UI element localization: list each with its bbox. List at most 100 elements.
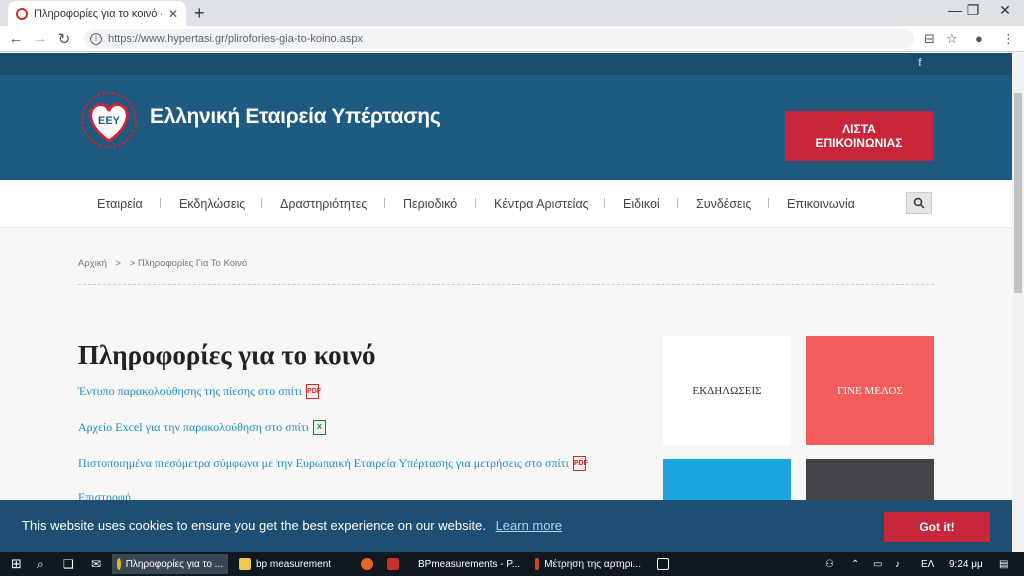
pdf-icon: PDF [306,384,321,399]
dark-tile[interactable] [806,459,934,500]
browser-tab-strip: Πληροφορίες για το κοινό - Πλη ✕ + — ❐ ✕ [0,0,1024,26]
profile-icon[interactable]: ● [975,31,983,46]
network-icon[interactable]: ▭ [868,554,887,574]
page-title: Πληροφορίες για το κοινό [78,340,376,370]
nav-separator [384,198,385,208]
nav-separator [768,198,769,208]
cookie-accept-button[interactable]: Got it! [884,512,990,542]
notifications-icon[interactable]: ▤ [994,554,1013,574]
main-content: Αρχική > > Πληροφορίες Για Το Κοινό Πληρ… [0,228,1012,500]
mail-icon[interactable]: ✉ [86,554,106,574]
search-button[interactable] [906,192,932,214]
events-tile-label: ΕΚΔΗΛΩΣΕΙΣ [692,384,762,397]
link-text: Έντυπο παρακολούθησης της πίεσης στο σπί… [78,384,303,398]
windows-taskbar: ⊞ ⌕ ❏ ✉ Πληροφορίες για το ... bp measur… [0,552,1024,576]
forward-icon[interactable]: → [27,30,53,47]
reload-icon[interactable]: ↻ [51,30,77,48]
breadcrumb-home[interactable]: Αρχική [78,258,107,269]
nav-item-links[interactable]: Συνδέσεις [696,197,751,211]
taskbar-item-label: Μέτρηση της αρτηρι... [544,558,641,570]
menu-icon[interactable]: ⋮ [1002,31,1015,47]
nav-item-specialists[interactable]: Ειδικοί [623,197,660,211]
breadcrumb-current: > Πληροφορίες Για Το Κοινό [129,258,248,269]
windows-start-icon[interactable]: ⊞ [6,554,27,574]
extension-icon[interactable]: ⊟ [924,31,935,47]
taskbar-powerpoint-window-2[interactable]: Μέτρηση της αρτηρι... [530,554,646,574]
search-icon [913,197,925,209]
bookmark-star-icon[interactable]: ☆ [946,31,958,47]
become-member-tile[interactable]: ΓΙΝΕ ΜΕΛΟΣ [806,336,934,445]
store-logo-icon [657,558,669,570]
events-tile[interactable]: ΕΚΔΗΛΩΣΕΙΣ [663,336,791,445]
taskbar-chrome-window[interactable]: Πληροφορίες για το ... [112,554,228,574]
main-nav: Εταιρεία Εκδηλώσεις Δραστηριότητες Περιο… [0,180,1012,228]
taskbar-item-label: bp measurement [256,558,332,570]
tab-close-icon[interactable]: ✕ [168,7,178,21]
back-icon[interactable]: ← [3,30,29,47]
acrobat-logo-icon [387,558,399,570]
nav-separator [160,198,161,208]
link-certified-monitors[interactable]: Πιστοποιημένα πιεσόμετρα σύμφωνα με την … [78,456,588,471]
taskbar-item-label: Πληροφορίες για το ... [125,558,223,570]
new-tab-button[interactable]: + [194,3,205,24]
clock[interactable]: 9:24 μμ [944,554,988,574]
blue-tile[interactable] [663,459,791,500]
close-window-button[interactable]: ✕ [982,2,1024,19]
nav-item-excellence-centers[interactable]: Κέντρα Αριστείας [494,197,589,211]
brand-name[interactable]: Ελληνική Εταιρεία Υπέρτασης [150,105,441,129]
firefox-icon[interactable] [356,554,383,574]
search-taskbar-icon[interactable]: ⌕ [32,554,49,574]
tray-chevron-up-icon[interactable]: ⌃ [846,554,864,574]
nav-separator [677,198,678,208]
cookie-banner: This website uses cookies to ensure you … [0,500,1012,552]
nav-item-activities[interactable]: Δραστηριότητες [280,197,367,211]
link-back[interactable]: Επιστροφή [78,490,131,500]
nav-separator [261,198,262,208]
nav-item-events[interactable]: Εκδηλώσεις [179,197,245,211]
info-icon[interactable]: i [90,33,102,45]
cta-line-1: ΛΙΣΤΑ [842,122,876,136]
language-indicator[interactable]: ΕΛ [916,554,939,574]
taskbar-folder-window[interactable]: bp measurement [234,554,350,574]
breadcrumb: Αρχική > > Πληροφορίες Για Το Κοινό [78,258,247,269]
people-icon[interactable]: ⚇ [820,554,839,574]
url-text: https://www.hypertasi.gr/plirofories-gia… [108,33,363,45]
cookie-message: This website uses cookies to ensure you … [22,518,486,533]
site-favicon-icon [16,7,28,20]
scrollbar-thumb[interactable] [1014,93,1022,293]
taskbar-powerpoint-window[interactable]: BPmeasurements - P... [408,554,524,574]
breadcrumb-separator: > [115,258,122,269]
link-text: Πιστοποιημένα πιεσόμετρα σύμφωνα με την … [78,456,569,470]
page-scrollbar[interactable] [1012,53,1024,552]
volume-icon[interactable]: ♪ [890,554,905,574]
link-excel-file[interactable]: Αρχείο Excel για την παρακολούθηση στο σ… [78,420,326,435]
nav-item-company[interactable]: Εταιρεία [97,197,143,211]
folder-icon [239,558,251,570]
chrome-icon [117,558,121,570]
tab-title: Πληροφορίες για το κοινό - Πλη [34,7,162,20]
learn-more-link[interactable]: Learn more [496,518,562,533]
browser-tab[interactable]: Πληροφορίες για το κοινό - Πλη ✕ [8,1,186,26]
powerpoint-icon [535,558,540,570]
taskbar-item-label: BPmeasurements - P... [418,558,521,570]
nav-item-contact[interactable]: Επικοινωνία [787,197,855,211]
link-home-pressure-form[interactable]: Έντυπο παρακολούθησης της πίεσης στο σπί… [78,384,321,399]
nav-separator [604,198,605,208]
cta-line-2: ΕΠΙΚΟΙΝΩΝΙΑΣ [815,136,903,150]
excel-icon: X [312,420,326,435]
contact-list-button[interactable]: ΛΙΣΤΑ ΕΠΙΚΟΙΝΩΝΙΑΣ [785,111,933,161]
pdf-icon: PDF [572,456,588,471]
cookie-message-wrap: This website uses cookies to ensure you … [22,518,562,533]
become-member-label: ΓΙΝΕ ΜΕΛΟΣ [837,384,903,397]
task-view-icon[interactable]: ❏ [58,554,79,574]
link-text: Επιστροφή [78,490,132,500]
site-header: EEY Ελληνική Εταιρεία Υπέρτασης ΛΙΣΤΑ ΕΠ… [0,75,1012,180]
nav-item-journal[interactable]: Περιοδικό [403,197,457,211]
address-bar[interactable]: i https://www.hypertasi.gr/plirofories-g… [84,29,914,49]
acrobat-icon[interactable] [382,554,409,574]
store-icon[interactable] [652,554,679,574]
society-logo-icon[interactable]: EEY [80,91,138,149]
facebook-icon[interactable]: f [918,57,922,69]
nav-separator [475,198,476,208]
divider [78,284,934,285]
